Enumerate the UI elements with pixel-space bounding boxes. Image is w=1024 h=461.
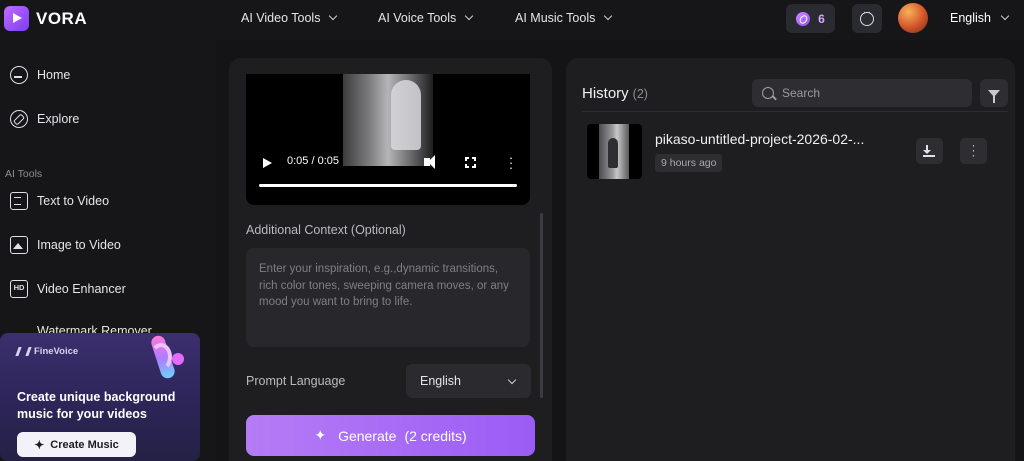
language-label: English	[950, 11, 991, 25]
vora-logo-icon	[4, 6, 29, 31]
sidebar-item-label: Home	[37, 68, 71, 82]
compass-icon	[10, 110, 28, 128]
prompt-language-select[interactable]: English	[406, 364, 531, 398]
sidebar: Home Explore AI Tools Text to Video Imag…	[0, 40, 215, 461]
top-bar: VORA AI Video Tools AI Voice Tools AI Mu…	[0, 0, 1024, 40]
history-count: (2)	[632, 87, 648, 101]
sidebar-item-image-to-video[interactable]: Image to Video	[10, 236, 121, 254]
filter-icon	[988, 89, 1000, 103]
image-icon	[10, 236, 28, 254]
promo-title: Create unique background music for your …	[17, 390, 176, 421]
sidebar-item-label: Video Enhancer	[37, 282, 126, 296]
prompt-language-label: Prompt Language	[246, 374, 346, 388]
credits-button[interactable]: 6	[786, 4, 835, 33]
history-panel: History(2) pikaso-untitled-project-2026-…	[566, 58, 1015, 461]
more-vertical-icon[interactable]: · · ·	[508, 151, 514, 174]
download-button[interactable]	[916, 138, 943, 164]
context-label: Additional Context (Optional)	[246, 223, 406, 237]
video-progress-bar[interactable]	[259, 184, 517, 187]
chevron-down-icon	[329, 11, 338, 21]
messages-button[interactable]	[852, 4, 882, 33]
logo[interactable]: VORA	[4, 6, 87, 31]
home-icon	[10, 66, 28, 84]
sparkle-icon: ✦	[314, 427, 327, 443]
language-selector[interactable]: English	[950, 11, 1010, 25]
fullscreen-icon[interactable]	[464, 156, 477, 169]
sidebar-item-label: Image to Video	[37, 238, 121, 252]
nav-label: AI Music Tools	[515, 11, 596, 25]
chevron-down-icon	[604, 11, 613, 21]
history-item-time: 9 hours ago	[655, 154, 723, 172]
nav-label: AI Video Tools	[241, 11, 321, 25]
avatar[interactable]	[898, 3, 928, 33]
chat-bubble-icon	[860, 7, 874, 26]
nav-label: AI Voice Tools	[378, 11, 457, 25]
create-music-button[interactable]: ✦ Create Music	[17, 432, 136, 457]
nav-ai-music-tools[interactable]: AI Music Tools	[515, 11, 613, 25]
finevoice-logo-icon	[15, 347, 32, 356]
history-item[interactable]: pikaso-untitled-project-2026-02-... 9 ho…	[587, 124, 997, 179]
sidebar-item-text-to-video[interactable]: Text to Video	[10, 192, 109, 210]
credit-gem-icon	[796, 11, 811, 26]
divider	[582, 111, 1008, 112]
chevron-down-icon	[465, 11, 474, 21]
credit-count: 6	[818, 11, 825, 26]
sidebar-item-explore[interactable]: Explore	[10, 110, 79, 128]
sidebar-item-home[interactable]: Home	[10, 66, 70, 84]
more-options-button[interactable]: · · ·	[960, 138, 987, 164]
sidebar-item-video-enhancer[interactable]: HD Video Enhancer	[10, 280, 126, 298]
context-textarea[interactable]	[246, 248, 530, 347]
generation-panel: 0:05 / 0:05 · · · Additional Context (Opti…	[229, 58, 552, 461]
filter-button[interactable]	[980, 79, 1008, 107]
volume-icon[interactable]	[424, 155, 435, 169]
video-time: 0:05 / 0:05	[287, 155, 339, 167]
brand-name: VORA	[36, 8, 88, 28]
chevron-down-icon	[1000, 11, 1010, 21]
music-note-icon	[148, 333, 186, 381]
play-icon[interactable]	[263, 158, 272, 168]
sidebar-item-label: Text to Video	[37, 194, 110, 208]
promo-card: FineVoice Create unique background music…	[0, 333, 200, 461]
generate-label: Generate	[338, 427, 397, 444]
history-title-text: History	[582, 85, 629, 102]
sidebar-item-label: Explore	[37, 112, 80, 126]
download-icon	[923, 145, 931, 154]
video-thumbnail[interactable]	[587, 124, 642, 179]
promo-brand: FineVoice	[15, 346, 79, 357]
sparkle-icon: ✦	[34, 437, 45, 452]
promo-brand-name: FineVoice	[34, 346, 79, 357]
nav-ai-video-tools[interactable]: AI Video Tools	[241, 11, 338, 25]
nav-ai-voice-tools[interactable]: AI Voice Tools	[378, 11, 474, 25]
panel-scrollbar[interactable]	[540, 213, 543, 398]
history-item-name: pikaso-untitled-project-2026-02-...	[655, 131, 865, 147]
text-video-icon	[10, 192, 28, 210]
sidebar-section-title: AI Tools	[5, 168, 43, 180]
prompt-language-value: English	[420, 374, 461, 388]
generate-credits: (2 credits)	[404, 427, 467, 444]
search-input[interactable]	[782, 86, 952, 100]
hd-icon: HD	[10, 280, 28, 298]
video-player[interactable]: 0:05 / 0:05 · · ·	[246, 74, 530, 205]
search-icon	[762, 87, 774, 99]
generate-button[interactable]: ✦ Generate (2 credits)	[246, 415, 535, 456]
create-music-label: Create Music	[50, 438, 119, 451]
history-title: History (2)	[582, 85, 648, 102]
history-search[interactable]	[752, 79, 972, 107]
chevron-down-icon	[507, 375, 517, 385]
